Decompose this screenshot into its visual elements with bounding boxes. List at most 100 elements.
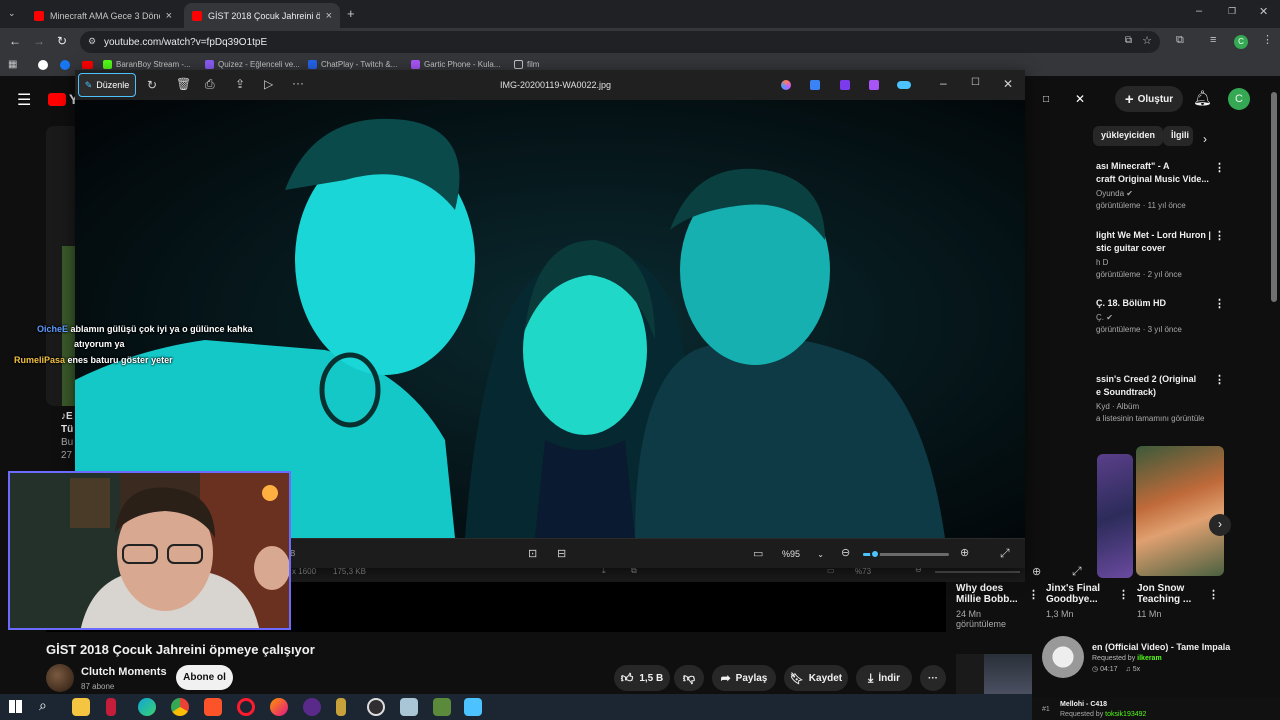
save-button[interactable]: 🔖︎ Kaydet (784, 665, 848, 691)
recommendation-item[interactable]: Ç. 18. Bölüm HD Ç. ✔ görüntüleme · 3 yıl… (1096, 297, 1256, 334)
bookmark-gartic[interactable]: Gartic Phone - Kula... (411, 60, 500, 69)
rotate-icon[interactable]: ↻ (147, 78, 157, 92)
brave-icon[interactable] (204, 698, 222, 716)
text-scan-icon[interactable]: ⊟ (557, 547, 566, 560)
short-item[interactable]: Jinx's Final Goodbye... 1,3 Mn (1046, 583, 1126, 619)
zoom-in-icon[interactable]: ⊕ (1032, 565, 1041, 578)
browser-menu-icon[interactable]: ⋮ (1262, 33, 1273, 46)
channel-name[interactable]: Clutch Moments (81, 666, 167, 678)
share-icon[interactable]: ⇪ (235, 77, 245, 91)
search-icon[interactable]: ⌕ (39, 697, 47, 714)
page-scrollbar[interactable] (1271, 92, 1277, 302)
copilot-icon[interactable] (781, 80, 791, 90)
chips-next-icon[interactable]: › (1203, 132, 1207, 146)
google-icon[interactable] (38, 60, 48, 70)
delete-icon[interactable]: 🗑︎ (176, 77, 191, 91)
media-control-icon[interactable]: ≡ (1210, 34, 1216, 46)
fullscreen-icon[interactable]: ⤢ (1000, 546, 1010, 561)
forward-icon[interactable]: → (33, 34, 45, 48)
zoom-in-icon[interactable]: ⊕ (960, 546, 969, 559)
recommendation-menu-icon[interactable]: ⋮ (1214, 373, 1225, 386)
site-info-icon[interactable]: ⚙ (88, 36, 96, 47)
recommendation-menu-icon[interactable]: ⋮ (1214, 297, 1225, 310)
recommendation-item[interactable]: ssin's Creed 2 (Original e Soundtrack) K… (1096, 373, 1216, 423)
apps-grid-icon[interactable]: ▦ (8, 59, 17, 70)
shorts-next-icon[interactable]: › (1209, 514, 1231, 536)
expand-icon[interactable]: ⤢ (1072, 564, 1082, 579)
playlist-thumbnail[interactable] (956, 654, 1032, 694)
close-icon[interactable]: ✕ (1003, 77, 1013, 91)
recommendation-menu-icon[interactable]: ⋮ (1214, 161, 1225, 174)
minimize-icon[interactable]: – (940, 76, 947, 90)
close-tab-icon[interactable]: × (166, 10, 172, 22)
recommendation-item[interactable]: ası Minecraft" - A craft Original Music … (1096, 160, 1256, 210)
tab-gist[interactable]: GİST 2018 Çocuk Jahreini öpme × (184, 3, 340, 28)
print-icon[interactable]: ⎙ (205, 77, 215, 92)
chrome-icon[interactable] (171, 698, 189, 716)
short-item[interactable]: Jon Snow Teaching ... 11 Mn (1137, 583, 1217, 619)
left-video-info[interactable]: ♪E Tü Bu 27 (61, 410, 73, 462)
share-button[interactable]: ➦ Paylaş (712, 665, 776, 691)
notifications-bell-icon[interactable]: 🔔︎ (1193, 89, 1212, 107)
profile-avatar[interactable]: C (1234, 35, 1248, 49)
close-tab-icon[interactable]: × (326, 10, 332, 22)
youtube-bookmark-icon[interactable] (82, 61, 93, 69)
minimize-window-icon[interactable]: – (1196, 5, 1202, 17)
extensions-icon[interactable]: ⧉ (1176, 34, 1184, 47)
visual-search-icon[interactable]: ⊡ (528, 547, 537, 560)
zoom-slider[interactable] (863, 549, 949, 559)
opera-gx-icon[interactable] (303, 698, 321, 716)
bookmark-film-folder[interactable]: film (514, 60, 539, 69)
zoom-slider-thumb[interactable] (870, 549, 881, 559)
opera-icon[interactable] (237, 698, 255, 716)
more-actions-button[interactable]: ··· (920, 665, 946, 691)
reload-icon[interactable]: ↻ (57, 34, 67, 48)
file-explorer-icon[interactable] (72, 698, 90, 716)
maximize-icon[interactable]: ☐ (971, 77, 980, 88)
facebook-icon[interactable] (60, 60, 70, 70)
clipchamp-video-icon[interactable] (869, 80, 879, 90)
short-thumbnail[interactable] (1097, 454, 1133, 578)
back-icon[interactable]: ← (9, 34, 21, 48)
miniplayer-restore-icon[interactable]: □ (1043, 94, 1049, 105)
photos-icon[interactable] (464, 698, 482, 716)
new-tab-icon[interactable]: + (347, 6, 355, 21)
create-button[interactable]: + Oluştur (1115, 86, 1183, 112)
onedrive-icon[interactable] (897, 81, 911, 89)
restore-window-icon[interactable]: ❐ (1228, 6, 1236, 17)
bookmark-baranboy[interactable]: BaranBoy Stream -... (103, 60, 191, 69)
youtube-logo[interactable] (48, 93, 66, 106)
download-button[interactable]: ⤓ İndir (856, 665, 912, 691)
recommendation-menu-icon[interactable]: ⋮ (1214, 229, 1225, 242)
address-bar[interactable]: ⚙ youtube.com/watch?v=fpDq39O1tpE ⧉ ☆ (80, 31, 1160, 53)
dislike-button[interactable]: 👎︎ (674, 665, 704, 691)
install-app-icon[interactable]: ⧉ (1125, 35, 1132, 46)
tab-search-icon[interactable]: ⌄ (8, 8, 16, 19)
fit-screen-icon[interactable]: ▭ (753, 547, 763, 560)
slideshow-icon[interactable]: ▷ (264, 77, 273, 91)
zoom-level-select[interactable]: %95 ⌄ (778, 544, 828, 564)
recommendation-item[interactable]: light We Met - Lord Huron | stic guitar … (1096, 229, 1256, 279)
zoom-out-icon[interactable]: ⊖ (841, 546, 850, 559)
close-window-icon[interactable]: ✕ (1259, 5, 1268, 18)
short-menu-icon[interactable]: ⋮ (1028, 588, 1039, 601)
channel-avatar[interactable] (46, 664, 74, 692)
chip-uploader[interactable]: yükleyiciden (1093, 126, 1164, 146)
clipchamp-icon[interactable] (840, 80, 850, 90)
tab-minecraft[interactable]: Minecraft AMA Gece 3 Dönercil × (26, 3, 180, 28)
app-gold-icon[interactable] (336, 698, 346, 716)
short-menu-icon[interactable]: ⋮ (1118, 588, 1129, 601)
app-red-icon[interactable] (106, 698, 116, 716)
hamburger-menu-icon[interactable]: ☰ (17, 90, 31, 110)
bookmark-quizez[interactable]: Quizez - Eğlenceli ve... (205, 60, 300, 69)
firefox-icon[interactable] (270, 698, 288, 716)
bookmark-chatplay[interactable]: ChatPlay - Twitch &... (308, 60, 397, 69)
account-avatar[interactable]: C (1228, 88, 1250, 110)
windows-start-icon[interactable] (9, 700, 22, 713)
edit-button[interactable]: ✎ Düzenle (78, 73, 136, 97)
obs-icon[interactable] (367, 698, 385, 716)
minecraft-icon[interactable] (433, 698, 451, 716)
short-thumbnail[interactable] (1136, 446, 1224, 576)
more-options-icon[interactable]: ··· (292, 76, 304, 90)
bookmark-star-icon[interactable]: ☆ (1142, 34, 1152, 47)
